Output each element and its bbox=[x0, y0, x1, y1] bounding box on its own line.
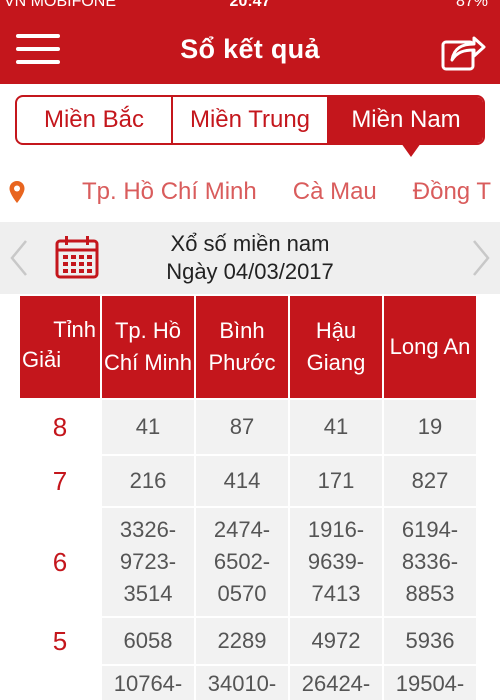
result-cell: 3326-9723-3514 bbox=[100, 506, 196, 618]
result-cell: 6194-8336-8853 bbox=[382, 506, 478, 618]
result-cell: 2474-6502-0570 bbox=[194, 506, 290, 618]
prize-label: 7 bbox=[18, 454, 102, 508]
table-row: 10764-47534 34010-41325 26424-16343 1950… bbox=[18, 664, 478, 700]
battery-level: 87% bbox=[455, 0, 488, 10]
province-header-label: Tỉnh bbox=[53, 317, 96, 342]
result-cell: 2289 bbox=[194, 616, 290, 666]
column-header: Tp. Hồ Chí Minh bbox=[100, 294, 196, 400]
table-row: 7 216 414 171 827 bbox=[18, 454, 478, 508]
province-tab-hcm[interactable]: Tp. Hồ Chí Minh bbox=[82, 178, 257, 205]
status-bar: VN MOBIFONE 20:47 87% bbox=[0, 0, 500, 14]
province-list: Tp. Hồ Chí Minh Cà Mau Đồng T bbox=[82, 178, 500, 206]
column-header: Long An bbox=[382, 294, 478, 400]
result-cell: 1916-9639-7413 bbox=[288, 506, 384, 618]
page-title: Sổ kết quả bbox=[180, 34, 320, 64]
date-bar: Xổ số miền nam Ngày 04/03/2017 bbox=[0, 222, 500, 294]
result-cell: 5936 bbox=[382, 616, 478, 666]
corner-header: Tỉnh Giải bbox=[18, 294, 102, 400]
result-cell: 216 bbox=[100, 454, 196, 508]
province-tab-ca-mau[interactable]: Cà Mau bbox=[293, 178, 377, 205]
location-pin-icon bbox=[9, 181, 25, 203]
result-cell: 4972 bbox=[288, 616, 384, 666]
lottery-name: Xổ số miền nam bbox=[170, 231, 330, 256]
result-cell: 6058 bbox=[100, 616, 196, 666]
prize-label: 6 bbox=[18, 506, 102, 618]
table-row: 5 6058 2289 4972 5936 bbox=[18, 616, 478, 666]
date-label: Xổ số miền nam Ngày 04/03/2017 bbox=[110, 230, 390, 286]
tab-mien-bac[interactable]: Miền Bắc bbox=[17, 97, 171, 143]
region-tabs: Miền Bắc Miền Trung Miền Nam bbox=[15, 95, 485, 157]
tab-mien-nam[interactable]: Miền Nam bbox=[329, 97, 483, 157]
tab-mien-trung[interactable]: Miền Trung bbox=[171, 97, 329, 143]
clock: 20:47 bbox=[229, 0, 271, 10]
province-strip: Tp. Hồ Chí Minh Cà Mau Đồng T bbox=[0, 160, 500, 222]
chevron-right-icon[interactable] bbox=[470, 238, 492, 278]
result-cell: 19504-27772 bbox=[382, 664, 478, 700]
result-cell: 414 bbox=[194, 454, 290, 508]
result-cell: 827 bbox=[382, 454, 478, 508]
province-tab-dong-thap[interactable]: Đồng T bbox=[413, 178, 491, 205]
draw-date: Ngày 04/03/2017 bbox=[166, 259, 334, 284]
result-cell: 87 bbox=[194, 398, 290, 456]
table-row: 8 41 87 41 19 bbox=[18, 398, 478, 456]
chevron-left-icon[interactable] bbox=[8, 238, 30, 278]
calendar-icon[interactable] bbox=[54, 234, 100, 280]
prize-label: 5 bbox=[18, 616, 102, 666]
column-header: Bình Phước bbox=[194, 294, 290, 400]
result-cell: 26424-16343 bbox=[288, 664, 384, 700]
result-cell: 41 bbox=[288, 398, 384, 456]
result-cell: 19 bbox=[382, 398, 478, 456]
prize-label: 8 bbox=[18, 398, 102, 456]
results-table: Tỉnh Giải Tp. Hồ Chí Minh Bình Phước Hậu… bbox=[18, 294, 478, 700]
table-row: 6 3326-9723-3514 2474-6502-0570 1916-963… bbox=[18, 506, 478, 618]
result-cell: 41 bbox=[100, 398, 196, 456]
carrier-label: VN MOBIFONE bbox=[4, 0, 117, 10]
app-header: VN MOBIFONE 20:47 87% Sổ kết quả bbox=[0, 0, 500, 84]
result-cell: 171 bbox=[288, 454, 384, 508]
result-cell: 10764-47534 bbox=[100, 664, 196, 700]
prize-header-label: Giải bbox=[22, 347, 62, 372]
share-icon[interactable] bbox=[440, 30, 486, 72]
column-header: Hậu Giang bbox=[288, 294, 384, 400]
result-cell: 34010-41325 bbox=[194, 664, 290, 700]
prize-label bbox=[18, 664, 102, 700]
